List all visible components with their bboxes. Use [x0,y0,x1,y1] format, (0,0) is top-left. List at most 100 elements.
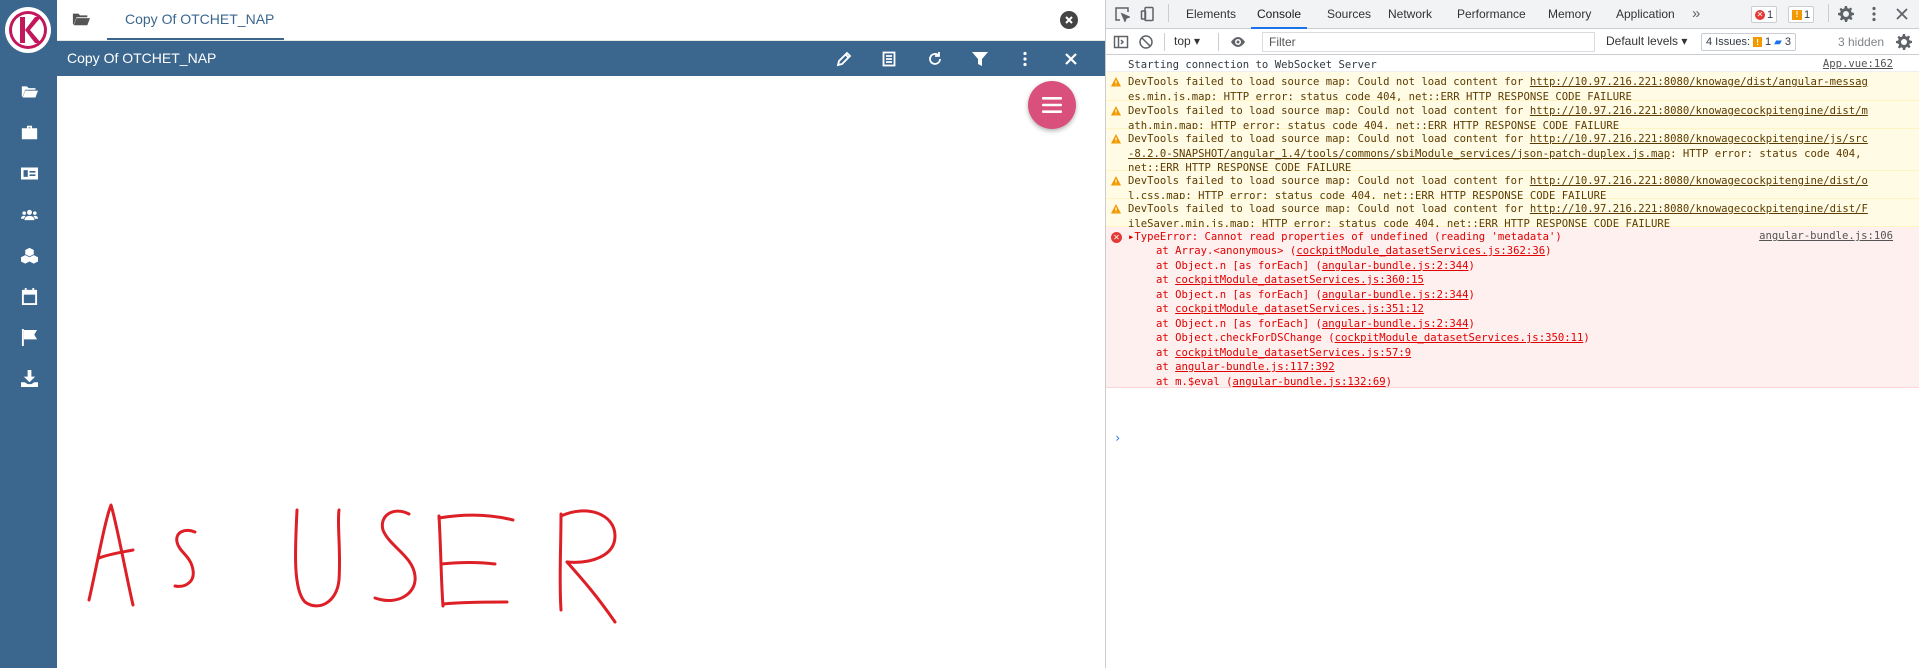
stack-frame-link[interactable]: angular-bundle.js:2:344 [1322,260,1469,272]
console-output: Starting connection to WebSocket Server … [1106,55,1919,668]
tab-performance[interactable]: Performance [1457,0,1526,29]
error-icon: ✕ [1755,9,1765,20]
warning-text: DevTools failed to load source map: Coul… [1128,133,1868,174]
close-devtools-icon[interactable] [1894,6,1910,22]
error-count: 1 [1767,8,1774,21]
issues-info-icon: ▰ [1774,36,1782,48]
document-tab[interactable]: Copy Of OTCHET_NAP [107,0,284,40]
folder-open-icon[interactable] [18,80,40,102]
handwritten-annotation [87,503,617,624]
flag-icon[interactable] [18,326,40,348]
warning-triangle-icon [1111,134,1121,144]
error-circle-icon: ✕ [1111,232,1122,243]
log-source-link[interactable]: App.vue:162 [1823,58,1893,70]
stack-frame-link[interactable]: angular-bundle.js:2:344 [1322,318,1469,330]
warning-count-badge[interactable]: ! 1 [1788,6,1815,23]
stack-frame-link[interactable]: cockpitModule_datasetServices.js:360:15 [1175,274,1424,286]
id-card-icon[interactable] [18,162,40,184]
devtools-tabbar: Elements Console Sources Network Perform… [1106,0,1919,29]
tab-application[interactable]: Application [1616,0,1675,29]
stack-frame-link[interactable]: cockpitModule_datasetServices.js:351:12 [1175,303,1424,315]
warning-triangle-icon [1111,106,1121,116]
live-expression-eye-icon[interactable] [1230,34,1246,50]
stack-frame: at cockpitModule_datasetServices.js:360:… [1156,274,1424,286]
document-tabbar: Copy Of OTCHET_NAP [57,0,1105,41]
context-value: top [1174,34,1191,48]
issues-warning-icon: ! [1753,37,1763,47]
stack-frame: at angular-bundle.js:117:392 [1156,361,1335,373]
hidden-messages-count: 3 hidden [1838,35,1885,49]
document-title: Copy Of OTCHET_NAP [67,50,217,66]
stack-frame: at Object.n [as forEach] (angular-bundle… [1156,288,1475,301]
console-filter-input[interactable] [1262,32,1595,52]
warning-triangle-icon [1111,204,1121,214]
console-message-warning: DevTools failed to load source map: Coul… [1106,171,1919,202]
folder-icon[interactable] [72,11,92,29]
warning-text: DevTools failed to load source map: Coul… [1128,76,1868,103]
error-message[interactable]: ▸TypeError: Cannot read properties of un… [1128,230,1868,245]
issues-label: 4 Issues: [1706,36,1751,48]
console-filterbar: top ▾ Default levels ▾ 4 Issues: ! 1 ▰ 3… [1106,29,1919,55]
users-icon[interactable] [18,203,40,225]
stack-frame: at Object.n [as forEach] (angular-bundle… [1156,317,1475,330]
settings-gear-icon[interactable] [1838,6,1854,22]
tab-console[interactable]: Console [1250,0,1308,29]
issues-warning-count: 1 [1765,36,1772,48]
close-document-icon[interactable] [1061,49,1081,69]
stack-frame-link[interactable]: cockpitModule_datasetServices.js:362:36 [1296,245,1545,257]
warning-count: 1 [1804,8,1811,21]
document-area: Copy Of OTCHET_NAP Copy Of OTCHET_NAP [57,0,1105,668]
more-options-icon[interactable] [1866,6,1882,22]
stack-frame: at Array.<anonymous> (cockpitModule_data… [1156,245,1552,257]
stack-frame-link[interactable]: cockpitModule_datasetServices.js:350:11 [1335,332,1584,344]
briefcase-icon[interactable] [18,121,40,143]
issues-info-count: 3 [1784,36,1791,48]
inspect-element-icon[interactable] [1114,6,1132,24]
stack-frame-link[interactable]: angular-bundle.js:117:392 [1175,361,1334,373]
stack-frame-link[interactable]: angular-bundle.js:132:69 [1233,376,1386,388]
console-settings-gear-icon[interactable] [1896,34,1912,50]
tab-network[interactable]: Network [1388,0,1432,29]
toolbar-separator [1164,33,1165,51]
more-tabs-chevron[interactable]: » [1692,5,1700,22]
context-selector[interactable]: top ▾ [1174,34,1200,48]
filter-icon[interactable] [970,49,990,69]
stack-frame-link[interactable]: angular-bundle.js:2:344 [1322,289,1469,301]
calendar-icon[interactable] [18,285,40,307]
log-levels-value: Default levels [1606,34,1679,48]
refresh-icon[interactable] [925,49,945,69]
edit-pencil-icon[interactable] [834,49,854,69]
tab-memory[interactable]: Memory [1548,0,1591,29]
error-source-link[interactable]: angular-bundle.js:106 [1759,230,1893,242]
toolbar-separator [1828,4,1829,22]
cubes-icon[interactable] [18,244,40,266]
sidebar [0,0,57,668]
log-text: Starting connection to WebSocket Server [1128,59,1377,71]
document-tab-label: Copy Of OTCHET_NAP [125,11,275,27]
notes-icon[interactable] [879,49,899,69]
warning-triangle-icon [1111,176,1121,186]
warning-icon: ! [1792,9,1802,20]
document-toolbar: Copy Of OTCHET_NAP [57,41,1105,76]
tab-elements[interactable]: Elements [1186,0,1236,29]
more-vertical-icon[interactable] [1015,49,1035,69]
device-toolbar-icon[interactable] [1140,6,1156,22]
knowage-logo[interactable] [4,6,52,54]
issues-button[interactable]: 4 Issues: ! 1 ▰ 3 [1701,33,1796,51]
console-prompt[interactable]: › [1114,431,1121,445]
hamburger-icon [1042,97,1062,113]
show-sidebar-icon[interactable] [1113,34,1129,50]
error-count-badge[interactable]: ✕ 1 [1751,6,1778,23]
console-message-warning: DevTools failed to load source map: Coul… [1106,72,1919,103]
tab-sources[interactable]: Sources [1327,0,1371,29]
stack-frame-link[interactable]: cockpitModule_datasetServices.js:57:9 [1175,347,1411,359]
download-icon[interactable] [18,367,40,389]
log-levels-dropdown[interactable]: Default levels ▾ [1606,34,1687,48]
close-tab-icon[interactable] [1060,11,1078,29]
menu-fab-button[interactable] [1028,81,1076,129]
toolbar-separator [1168,4,1169,22]
stack-frame: at Object.n [as forEach] (angular-bundle… [1156,259,1475,272]
stack-frame: at Object.checkForDSChange (cockpitModul… [1156,332,1590,344]
clear-console-icon[interactable] [1138,34,1154,50]
stack-frame: at cockpitModule_datasetServices.js:57:9 [1156,346,1412,359]
